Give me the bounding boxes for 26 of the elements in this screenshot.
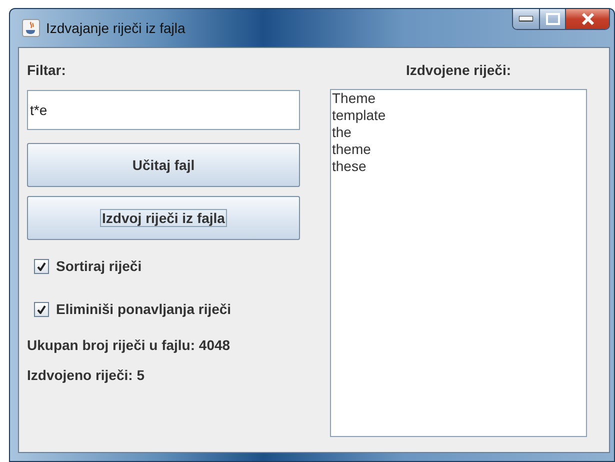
- stat-text: Ukupan broj riječi u fajlu: 4048: [27, 337, 232, 353]
- filter-field[interactable]: t*e: [27, 90, 300, 130]
- word-item: theme: [332, 141, 372, 158]
- word-item: template: [332, 107, 387, 124]
- minimize-button[interactable]: [513, 9, 540, 29]
- checkbox[interactable]: [34, 302, 49, 316]
- filter-label: Filtar:: [27, 62, 67, 78]
- coffee-cup-icon: [22, 19, 40, 37]
- maximize-button[interactable]: [540, 9, 566, 29]
- window-title: Izdvajanje riječi iz fajla: [46, 20, 186, 36]
- stat-text: Izdvojeno riječi: 5: [27, 367, 146, 383]
- result-label: Izdvojene riječi:: [404, 62, 512, 78]
- word-item: Theme: [332, 90, 377, 107]
- action-button[interactable]: Učitaj fajl: [27, 143, 300, 187]
- checkbox[interactable]: [34, 258, 49, 274]
- close-icon: [580, 13, 594, 25]
- minimize-icon: [519, 16, 533, 22]
- close-button[interactable]: [566, 9, 609, 29]
- checkmark-icon: [37, 304, 46, 314]
- checkmark-icon: [37, 262, 46, 270]
- maximize-icon: [546, 13, 560, 25]
- action-button[interactable]: Izdvoj riječi iz fajla: [27, 196, 300, 240]
- word-item: the: [332, 124, 352, 141]
- word-item: these: [332, 158, 368, 175]
- checkbox-label: Sortiraj riječi: [56, 258, 142, 274]
- checkbox-label: Eliminiši ponavljanja riječi: [56, 301, 232, 317]
